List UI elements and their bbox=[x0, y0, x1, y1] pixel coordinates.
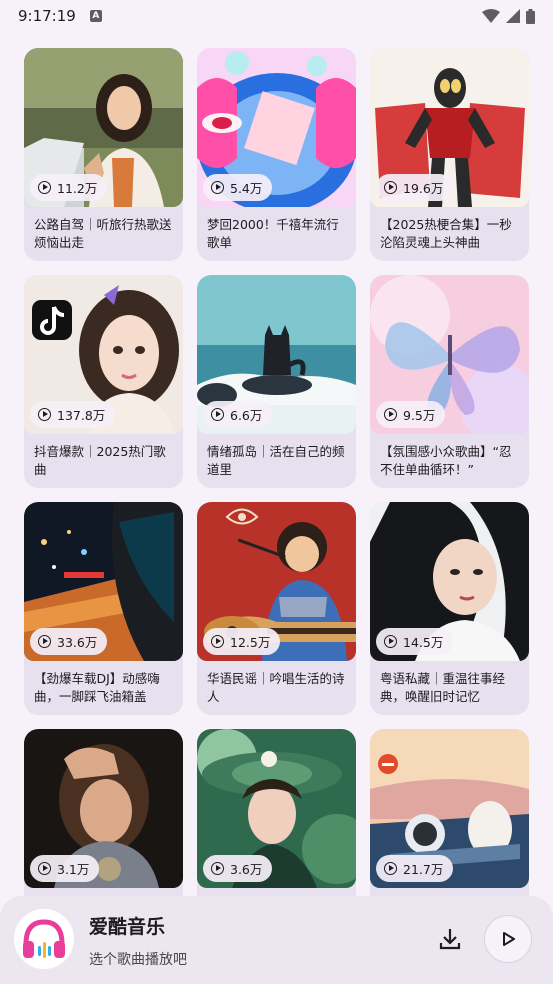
player-subtitle: 选个歌曲播放吧 bbox=[89, 952, 187, 968]
playlist-cover: 19.6万 bbox=[370, 48, 529, 207]
play-count-icon bbox=[38, 408, 51, 421]
play-count-badge: 19.6万 bbox=[376, 174, 454, 201]
play-count-icon bbox=[38, 635, 51, 648]
play-count-badge: 11.2万 bbox=[30, 174, 108, 201]
playlist-cover: 3.6万 bbox=[197, 729, 356, 888]
play-count-badge: 6.6万 bbox=[203, 401, 273, 428]
playlist-card[interactable]: 6.6万 情绪孤岛｜活在自己的频道里 bbox=[197, 275, 356, 488]
play-count-badge: 5.4万 bbox=[203, 174, 273, 201]
play-count: 21.7万 bbox=[403, 862, 444, 877]
playlist-title: 【2025热梗合集】一秒沦陷灵魂上头神曲 bbox=[380, 217, 512, 250]
playlist-cover: 21.7万 bbox=[370, 729, 529, 888]
playlist-title: 抖音爆款｜2025热门歌曲 bbox=[34, 444, 166, 477]
status-time: 9:17:19 bbox=[18, 7, 76, 25]
play-count-badge: 21.7万 bbox=[376, 855, 454, 882]
play-count-icon bbox=[384, 181, 397, 194]
playlist-card[interactable]: 33.6万 【劲爆车载DJ】动感嗨曲，一脚踩飞油箱盖 bbox=[24, 502, 183, 715]
playlist-title: 华语民谣｜吟唱生活的诗人 bbox=[207, 671, 345, 704]
play-count-icon bbox=[384, 635, 397, 648]
play-count: 137.8万 bbox=[57, 408, 106, 423]
play-count: 14.5万 bbox=[403, 635, 444, 650]
play-button[interactable] bbox=[484, 915, 532, 963]
play-count-icon bbox=[38, 181, 51, 194]
playlist-cover: 137.8万 bbox=[24, 275, 183, 434]
play-count-icon bbox=[211, 635, 224, 648]
playlist-cover: 14.5万 bbox=[370, 502, 529, 661]
playlist-cover: 3.1万 bbox=[24, 729, 183, 888]
play-count-badge: 9.5万 bbox=[376, 401, 446, 428]
play-count-badge: 33.6万 bbox=[30, 628, 108, 655]
play-count: 6.6万 bbox=[230, 408, 263, 423]
signal-icon bbox=[506, 9, 520, 23]
download-icon[interactable] bbox=[437, 926, 463, 952]
play-count-icon bbox=[211, 862, 224, 875]
play-count-icon bbox=[211, 181, 224, 194]
playlist-card[interactable]: 19.6万 【2025热梗合集】一秒沦陷灵魂上头神曲 bbox=[370, 48, 529, 261]
status-icons bbox=[482, 8, 535, 24]
play-count: 33.6万 bbox=[57, 635, 98, 650]
app-name: 爱酷音乐 bbox=[89, 916, 166, 938]
playlist-card[interactable]: 14.5万 粤语私藏｜重温往事经典，唤醒旧时记忆 bbox=[370, 502, 529, 715]
play-count-badge: 3.1万 bbox=[30, 855, 100, 882]
playlist-card[interactable]: 12.5万 华语民谣｜吟唱生活的诗人 bbox=[197, 502, 356, 715]
playlist-cover: 5.4万 bbox=[197, 48, 356, 207]
play-count-badge: 3.6万 bbox=[203, 855, 273, 882]
playlist-card[interactable]: 5.4万 梦回2000！千禧年流行歌单 bbox=[197, 48, 356, 261]
play-count: 9.5万 bbox=[403, 408, 436, 423]
play-count: 19.6万 bbox=[403, 181, 444, 196]
playlist-cover: 33.6万 bbox=[24, 502, 183, 661]
play-count: 12.5万 bbox=[230, 635, 271, 650]
play-count-badge: 14.5万 bbox=[376, 628, 454, 655]
playlist-cover: 9.5万 bbox=[370, 275, 529, 434]
play-count-badge: 12.5万 bbox=[203, 628, 281, 655]
playlist-title: 公路自驾｜听旅行热歌送烦恼出走 bbox=[34, 217, 172, 250]
play-count-icon bbox=[211, 408, 224, 421]
play-count-icon bbox=[38, 862, 51, 875]
playlist-title: 情绪孤岛｜活在自己的频道里 bbox=[207, 444, 345, 477]
play-count-badge: 137.8万 bbox=[30, 401, 116, 428]
playlist-cover: 12.5万 bbox=[197, 502, 356, 661]
play-count-icon bbox=[384, 862, 397, 875]
play-count: 5.4万 bbox=[230, 181, 263, 196]
playlist-card[interactable]: 11.2万 公路自驾｜听旅行热歌送烦恼出走 bbox=[24, 48, 183, 261]
playlist-cover: 11.2万 bbox=[24, 48, 183, 207]
playlist-title: 【氛围感小众歌曲】“忍不住单曲循环！” bbox=[380, 444, 512, 477]
play-count: 11.2万 bbox=[57, 181, 98, 196]
playlist-card[interactable]: 9.5万 【氛围感小众歌曲】“忍不住单曲循环！” bbox=[370, 275, 529, 488]
mini-player[interactable]: 爱酷音乐 选个歌曲播放吧 bbox=[0, 896, 553, 984]
playlist-title: 梦回2000！千禧年流行歌单 bbox=[207, 217, 339, 250]
playlist-title: 【劲爆车载DJ】动感嗨曲，一脚踩飞油箱盖 bbox=[34, 671, 160, 704]
play-count-icon bbox=[384, 408, 397, 421]
playlist-cover: 6.6万 bbox=[197, 275, 356, 434]
wifi-icon bbox=[482, 9, 500, 23]
playlist-title: 粤语私藏｜重温往事经典，唤醒旧时记忆 bbox=[380, 671, 506, 704]
play-count: 3.6万 bbox=[230, 862, 263, 877]
playlist-card[interactable]: 137.8万 抖音爆款｜2025热门歌曲 bbox=[24, 275, 183, 488]
playlist-grid: 11.2万 公路自驾｜听旅行热歌送烦恼出走 5.4万 梦回2000！千禧年流行歌… bbox=[24, 48, 529, 942]
headphones-icon[interactable] bbox=[14, 909, 74, 969]
play-icon bbox=[503, 932, 515, 946]
battery-icon bbox=[526, 8, 535, 24]
status-bar: 9:17:19 A bbox=[0, 0, 553, 32]
play-count: 3.1万 bbox=[57, 862, 90, 877]
notification-icon: A bbox=[89, 10, 102, 22]
